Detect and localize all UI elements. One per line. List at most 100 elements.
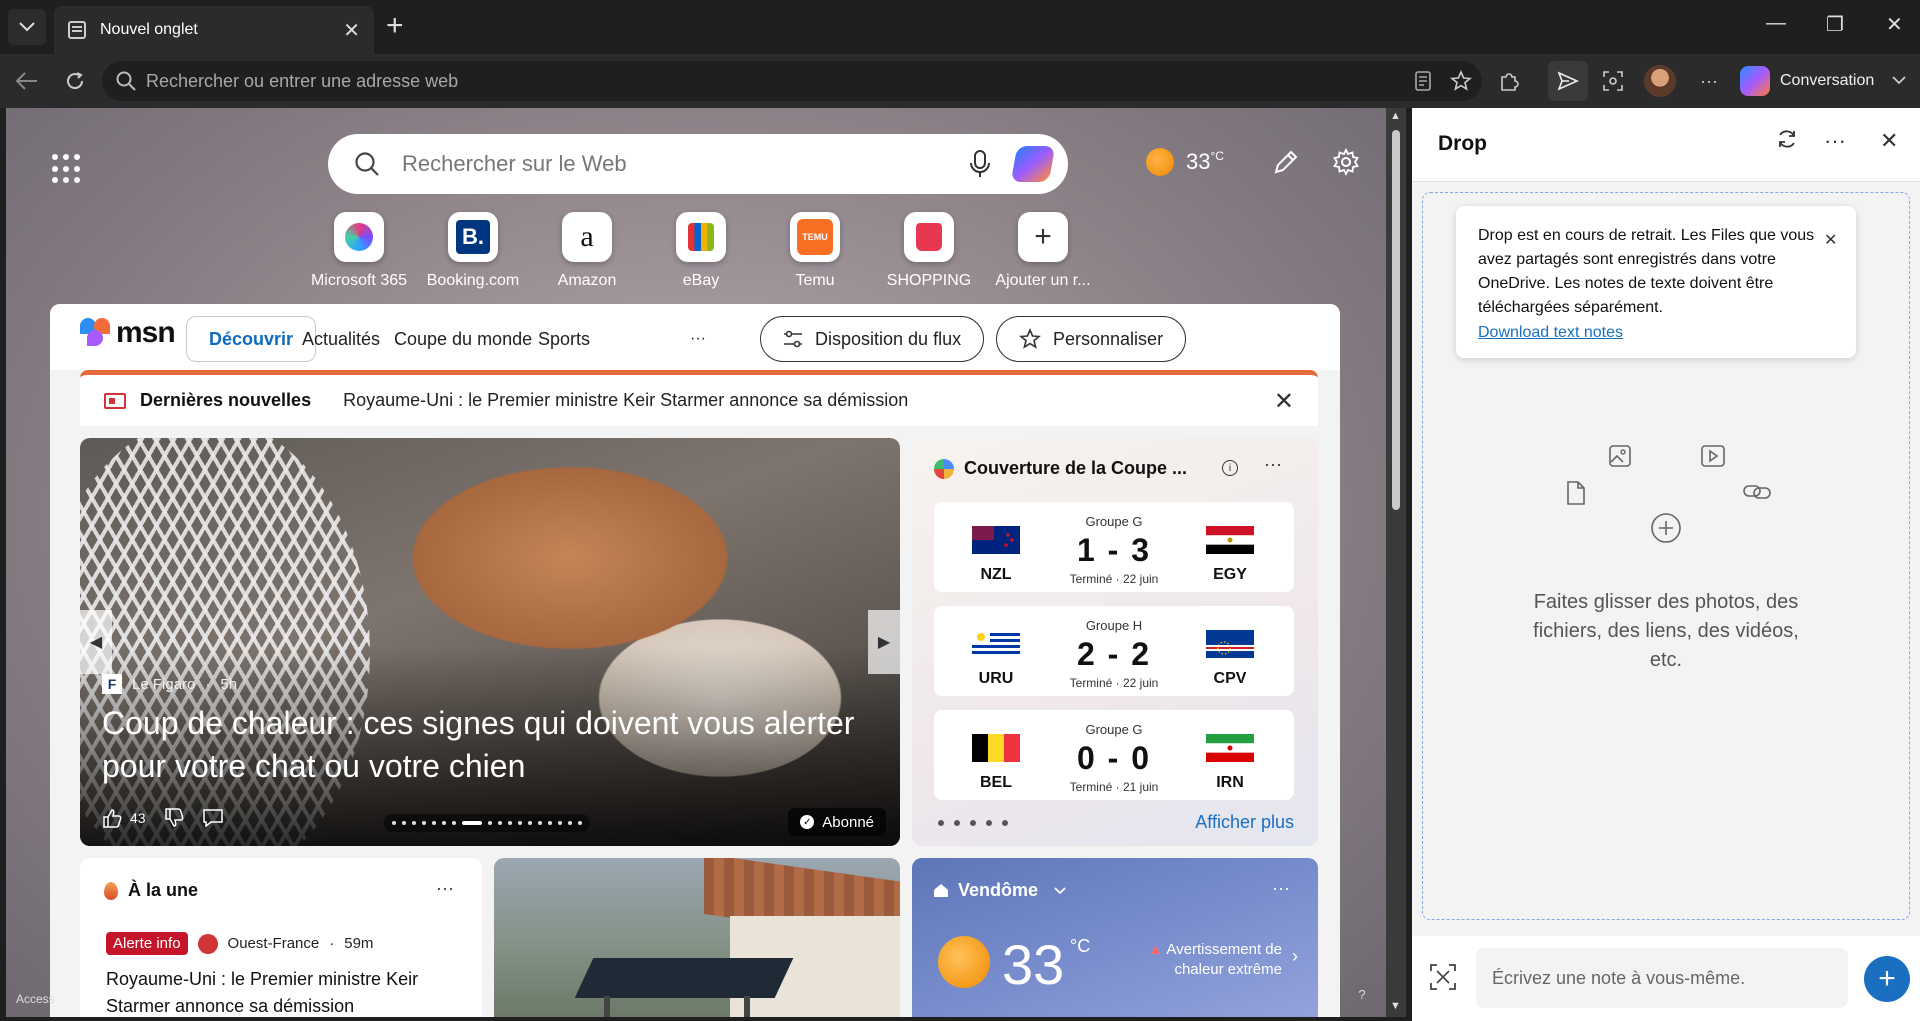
puzzle-icon <box>1501 73 1519 91</box>
page-scrollbar[interactable]: ▲ ▼ <box>1386 108 1406 1017</box>
new-tab-button[interactable]: + <box>386 10 404 42</box>
add-button[interactable]: + <box>1864 956 1910 1002</box>
match-card[interactable]: URU Groupe H 2 - 2 Terminé · 22 juin CPV <box>934 606 1294 696</box>
close-breaking-news-button[interactable]: ✕ <box>1274 387 1294 416</box>
subscribed-badge[interactable]: ✓ Abonné <box>788 808 886 836</box>
extensions-button[interactable] <box>1494 66 1524 96</box>
close-panel-button[interactable]: ✕ <box>1880 128 1898 154</box>
download-notes-link[interactable]: Download text notes <box>1478 324 1623 342</box>
screenshot-icon[interactable] <box>1428 962 1458 992</box>
scrollbar-thumb[interactable] <box>1392 130 1400 510</box>
close-tab-button[interactable]: ✕ <box>343 18 360 43</box>
drop-hint: Faites glisser des photos, des fichiers,… <box>1533 591 1799 671</box>
quicklink-add[interactable]: + Ajouter un r... <box>986 212 1100 290</box>
tab-new-tab[interactable]: Nouvel onglet ✕ <box>54 6 374 54</box>
send-icon <box>1557 71 1579 91</box>
personalize-button[interactable]: Personnaliser <box>996 316 1187 362</box>
reading-view-button[interactable] <box>1408 66 1438 96</box>
back-button[interactable] <box>12 66 42 96</box>
help-icon[interactable]: ? <box>1352 984 1372 1004</box>
carousel-next-button[interactable]: ▶ <box>868 610 900 674</box>
quicklink-booking[interactable]: B. Booking.com <box>416 212 530 290</box>
drop-title: Drop <box>1438 132 1487 155</box>
copilot-conversation-button[interactable]: Conversation <box>1740 62 1906 100</box>
carousel-pagination[interactable] <box>384 814 590 832</box>
quicklink-microsoft-365[interactable]: Microsoft 365 <box>302 212 416 290</box>
breaking-news-text[interactable]: Royaume-Uni : le Premier ministre Keir S… <box>343 390 908 411</box>
world-cup-card: Couverture de la Coupe ... i ··· NZL Gro… <box>912 438 1318 846</box>
microphone-icon[interactable] <box>968 149 992 179</box>
warning-icon: ▲ <box>1148 941 1164 958</box>
top-stories-header[interactable]: À la une <box>104 880 198 901</box>
comment-icon[interactable] <box>202 808 224 828</box>
note-input[interactable]: Écrivez une note à vous-même. <box>1476 948 1848 1008</box>
heat-warning[interactable]: ▲ Avertissement de chaleur extrême <box>1122 940 1282 980</box>
quicklink-amazon[interactable]: a Amazon <box>530 212 644 290</box>
weather-card[interactable]: Vendôme ··· 33 °C ▲ Avertissement de cha… <box>912 858 1318 1017</box>
refresh-icon <box>67 72 84 90</box>
carousel-prev-button[interactable]: ◀ <box>80 610 112 674</box>
close-notice-button[interactable]: ✕ <box>1824 230 1837 250</box>
screenshot-button[interactable] <box>1598 66 1628 96</box>
like-button[interactable]: 43 <box>102 808 146 828</box>
drop-button[interactable] <box>1548 61 1588 101</box>
web-search-box[interactable]: Rechercher sur le Web <box>328 134 1068 194</box>
hero-headline[interactable]: Coup de chaleur : ces signes qui doivent… <box>102 702 892 788</box>
hero-article-card[interactable]: ◀ ▶ F Le Figaro · 5h Coup de chaleur : c… <box>80 438 900 846</box>
story-headline[interactable]: Royaume-Uni : le Premier ministre Keir S… <box>106 966 456 1017</box>
weather-location[interactable]: Vendôme <box>934 880 1066 901</box>
away-team-code: EGY <box>1213 566 1247 583</box>
more-tabs-button[interactable]: ··· <box>668 316 728 362</box>
accessibility-link[interactable]: Access <box>16 992 55 1006</box>
alert-badge: Alerte info <box>106 932 188 955</box>
pencil-icon[interactable] <box>1272 148 1300 176</box>
info-icon[interactable]: i <box>1222 460 1238 476</box>
video-icon <box>1701 445 1725 467</box>
new-tab-page: Rechercher sur le Web 33°C Microsoft 365… <box>6 108 1386 1017</box>
star-icon <box>1450 70 1472 91</box>
gear-icon[interactable] <box>1332 148 1360 176</box>
restore-button[interactable]: ❐ <box>1826 12 1844 37</box>
scroll-up-icon[interactable]: ▲ <box>1390 110 1401 122</box>
minimize-button[interactable]: — <box>1766 12 1786 35</box>
address-bar[interactable]: Rechercher ou entrer une adresse web <box>102 61 1482 101</box>
card-pagination[interactable] <box>938 820 1008 826</box>
weather-unit: °C <box>1210 149 1224 163</box>
drop-more-button[interactable]: ··· <box>1824 128 1846 154</box>
msn-logo[interactable]: msn <box>80 316 176 350</box>
card-more-button[interactable]: ··· <box>436 878 454 899</box>
breaking-news-label: Dernières nouvelles <box>140 390 312 410</box>
booking-icon: B. <box>456 220 490 254</box>
article-image-card[interactable] <box>494 858 900 1017</box>
quicklink-temu[interactable]: TEMU Temu <box>758 212 872 290</box>
card-more-button[interactable]: ··· <box>1264 454 1282 475</box>
check-icon: ✓ <box>800 815 815 829</box>
search-placeholder: Rechercher sur le Web <box>402 151 627 176</box>
favorite-button[interactable] <box>1446 66 1476 96</box>
flag-egy-icon <box>1206 526 1254 554</box>
sync-button[interactable] <box>1776 128 1798 156</box>
tab-sports[interactable]: Sports <box>516 316 612 362</box>
profile-avatar[interactable] <box>1644 65 1676 97</box>
match-card[interactable]: NZL Groupe G 1 - 3 Terminé · 22 juin EGY <box>934 502 1294 592</box>
weather-summary[interactable]: 33°C <box>1146 148 1360 176</box>
card-more-button[interactable]: ··· <box>1272 878 1290 899</box>
see-more-link[interactable]: Afficher plus <box>1195 812 1294 833</box>
refresh-button[interactable] <box>60 66 90 96</box>
chevron-down-icon <box>19 22 35 32</box>
world-cup-header[interactable]: Couverture de la Coupe ... <box>934 458 1187 479</box>
more-options-button[interactable]: ··· <box>1694 66 1724 96</box>
breaking-news-bar[interactable]: Dernières nouvelles Royaume-Uni : le Pre… <box>80 370 1318 426</box>
close-window-button[interactable]: ✕ <box>1886 12 1903 37</box>
match-card[interactable]: BEL Groupe G 0 - 0 Terminé · 21 juin IRN <box>934 710 1294 800</box>
tab-actions-button[interactable] <box>8 9 46 45</box>
thumbs-down-icon[interactable] <box>164 808 184 828</box>
feed-layout-button[interactable]: Disposition du flux <box>760 316 985 362</box>
app-launcher-button[interactable] <box>52 154 82 184</box>
scroll-down-icon[interactable]: ▼ <box>1390 1000 1401 1012</box>
copilot-search-icon[interactable] <box>1010 146 1056 182</box>
quick-links: Microsoft 365 B. Booking.com a Amazon eB… <box>302 212 1100 290</box>
quicklink-ebay[interactable]: eBay <box>644 212 758 290</box>
add-circle-icon <box>1651 513 1681 543</box>
quicklink-shopping[interactable]: SHOPPING <box>872 212 986 290</box>
